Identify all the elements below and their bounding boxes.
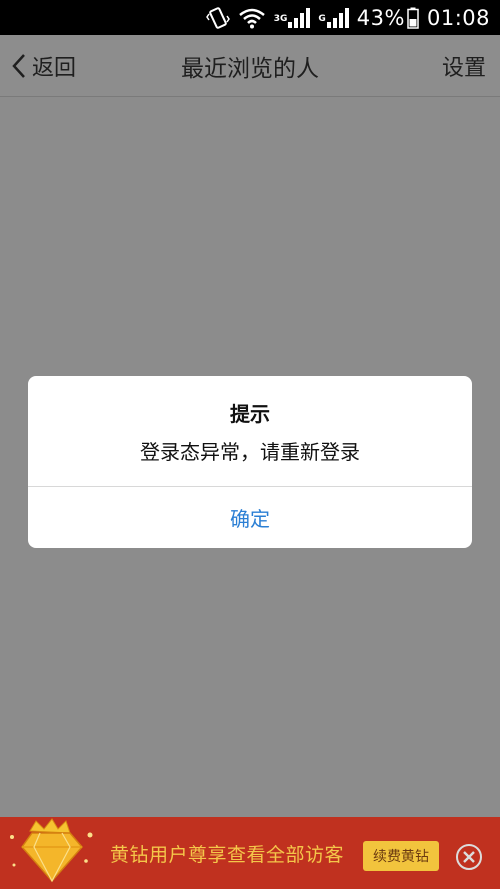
close-icon[interactable] — [455, 843, 483, 875]
back-label: 返回 — [32, 56, 77, 81]
vibrate-icon — [205, 6, 230, 30]
battery-icon — [407, 7, 419, 29]
diamond-badge-icon — [0, 817, 105, 889]
battery-percent: 43% — [356, 5, 405, 30]
back-button[interactable]: 返回 — [10, 35, 76, 97]
network-type-g: G — [318, 13, 326, 24]
wifi-icon — [238, 7, 266, 29]
banner-text: 黄钻用户尊享查看全部访客 — [110, 843, 345, 866]
renew-button[interactable]: 续费黄钻 — [363, 841, 439, 871]
confirm-button[interactable]: 确定 — [28, 487, 472, 548]
network-type-3g: 3G — [273, 13, 288, 24]
signal-icon — [288, 7, 311, 28]
signal-g-indicator: G — [318, 7, 349, 28]
status-bar: 3G G 43% 01:08 — [0, 0, 500, 35]
battery-indicator: 43% — [357, 6, 419, 30]
clock: 01:08 — [426, 5, 490, 30]
signal-3g-indicator: 3G — [273, 7, 311, 28]
nav-bar: 返回 最近浏览的人 设置 — [0, 35, 500, 97]
dialog-message: 登录态异常，请重新登录 — [140, 440, 360, 464]
promo-banner[interactable]: 黄钻用户尊享查看全部访客 续费黄钻 — [0, 817, 500, 889]
chevron-left-icon — [12, 54, 25, 78]
dialog-title: 提示 — [230, 402, 270, 426]
settings-button[interactable]: 设置 — [442, 35, 486, 97]
signal-icon — [326, 7, 349, 28]
alert-dialog: 提示 登录态异常，请重新登录 确定 — [28, 376, 472, 548]
